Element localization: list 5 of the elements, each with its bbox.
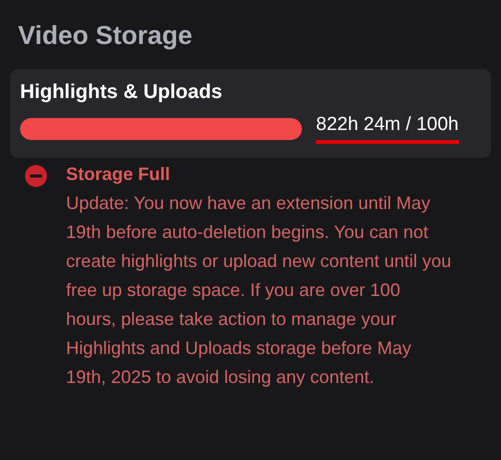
section-title: Video Storage (18, 20, 194, 51)
storage-label: Highlights & Uploads (20, 81, 224, 104)
storage-reading: 822h 24m / 100h (316, 114, 459, 144)
alert-message: Update: You now have an extension until May 19th before auto-deletion begins. You can not create highlights or upload new content until you free up storage space. If you are over 100 hours, please take action to manage your Highlights and Uploads storage before May 19th, 2025 to avoid losing any content. (66, 192, 452, 389)
alert-title: Storage Full (66, 164, 172, 185)
